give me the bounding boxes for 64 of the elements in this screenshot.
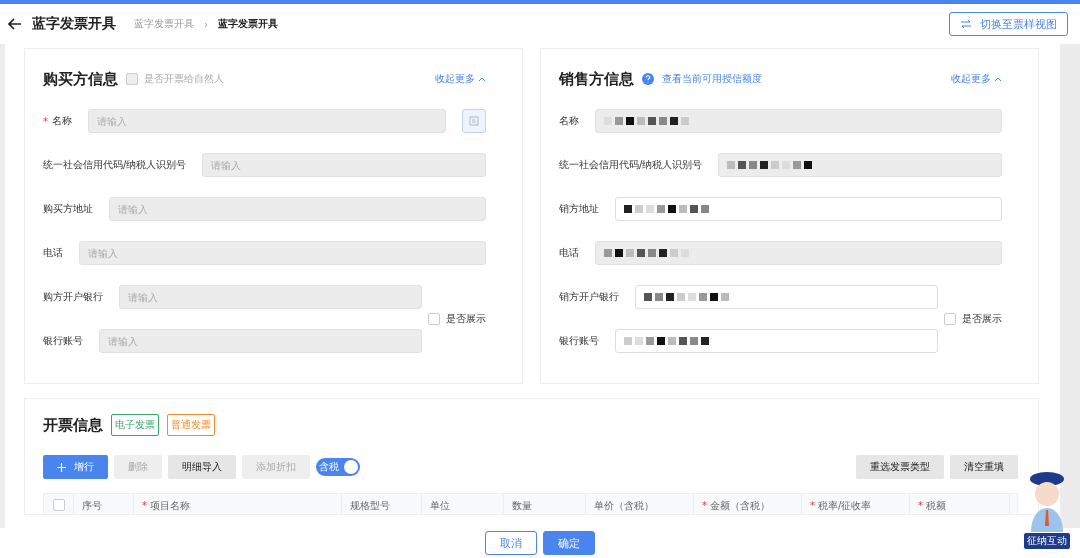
collapse-link[interactable]: 收起更多 <box>951 72 1002 86</box>
field-label: 电话 <box>559 246 579 260</box>
chevron-up-icon <box>994 76 1002 82</box>
footer-button[interactable]: 取消 <box>485 531 537 555</box>
required-mark: * <box>702 500 707 511</box>
column-header: 税率/征收率 <box>818 500 872 511</box>
toolbar-button[interactable]: 清空重填 <box>950 455 1018 479</box>
checkbox[interactable] <box>944 313 956 325</box>
switch-view-button[interactable]: 切换至票样视图 <box>949 12 1068 36</box>
checkbox[interactable] <box>428 313 440 325</box>
toolbar-button[interactable]: 重选发票类型 <box>856 455 944 479</box>
page-title: 蓝字发票开具 <box>32 15 116 33</box>
input-field[interactable] <box>615 329 938 353</box>
field-label: 销方地址 <box>559 202 599 216</box>
toolbar-button[interactable]: 明细导入 <box>168 455 236 479</box>
breadcrumb-item[interactable]: 蓝字发票开具 <box>218 17 278 31</box>
column-header: 金额（含税） <box>710 500 770 511</box>
input-field[interactable] <box>615 197 1002 221</box>
invoice-tag: 普通发票 <box>167 414 215 436</box>
required-mark: * <box>810 500 815 511</box>
swap-arrows-icon <box>960 19 972 29</box>
column-header: 单价（含税） <box>594 500 654 511</box>
toolbar-button[interactable]: 增行 <box>43 455 108 479</box>
select-all-checkbox[interactable] <box>52 499 65 511</box>
breadcrumb-separator: › <box>204 18 208 30</box>
section-title: 销售方信息 <box>559 69 634 89</box>
input-field[interactable] <box>635 285 938 309</box>
field-label: 统一社会信用代码/纳税人识别号 <box>43 158 187 172</box>
field-label: 名称 <box>52 114 72 128</box>
required-mark: * <box>43 115 48 127</box>
back-arrow-icon[interactable] <box>8 18 22 30</box>
column-header: 项目名称 <box>150 500 190 511</box>
field-label: 统一社会信用代码/纳税人识别号 <box>559 158 703 172</box>
scrollbar-track[interactable] <box>1060 44 1080 528</box>
credit-link[interactable]: 查看当前可用授信额度 <box>662 72 762 86</box>
help-icon[interactable] <box>642 73 654 85</box>
chevron-up-icon <box>478 76 486 82</box>
required-mark: * <box>142 500 147 511</box>
checkbox-label: 是否开票给自然人 <box>144 72 224 86</box>
plus-icon <box>57 462 66 472</box>
field-label: 名称 <box>559 114 579 128</box>
collapse-link[interactable]: 收起更多 <box>435 72 486 86</box>
required-mark: * <box>918 500 923 511</box>
footer-button[interactable]: 确定 <box>543 531 595 555</box>
section-title: 开票信息 <box>43 415 103 435</box>
assistant-label[interactable]: 征纳互动 <box>1023 532 1071 550</box>
tax-toggle[interactable]: 含税 <box>316 458 360 476</box>
column-header: 单位 <box>430 500 450 511</box>
section-title: 购买方信息 <box>43 69 118 89</box>
column-header: 序号 <box>82 500 102 511</box>
column-header: 规格型号 <box>350 500 390 511</box>
checkbox-label: 是否展示 <box>446 312 486 326</box>
field-label: 银行账号 <box>43 334 83 348</box>
breadcrumb-item[interactable]: 蓝字发票开具 <box>134 17 194 31</box>
field-label: 银行账号 <box>559 334 599 348</box>
column-header: 数量 <box>512 500 532 511</box>
field-label: 购方开户银行 <box>43 290 103 304</box>
field-label: 购买方地址 <box>43 202 93 216</box>
checkbox-label: 是否展示 <box>962 312 1002 326</box>
column-header: 税额 <box>926 500 946 511</box>
field-label: 销方开户银行 <box>559 290 619 304</box>
field-label: 电话 <box>43 246 63 260</box>
invoice-tag: 电子发票 <box>111 414 159 436</box>
list-icon <box>469 116 479 126</box>
